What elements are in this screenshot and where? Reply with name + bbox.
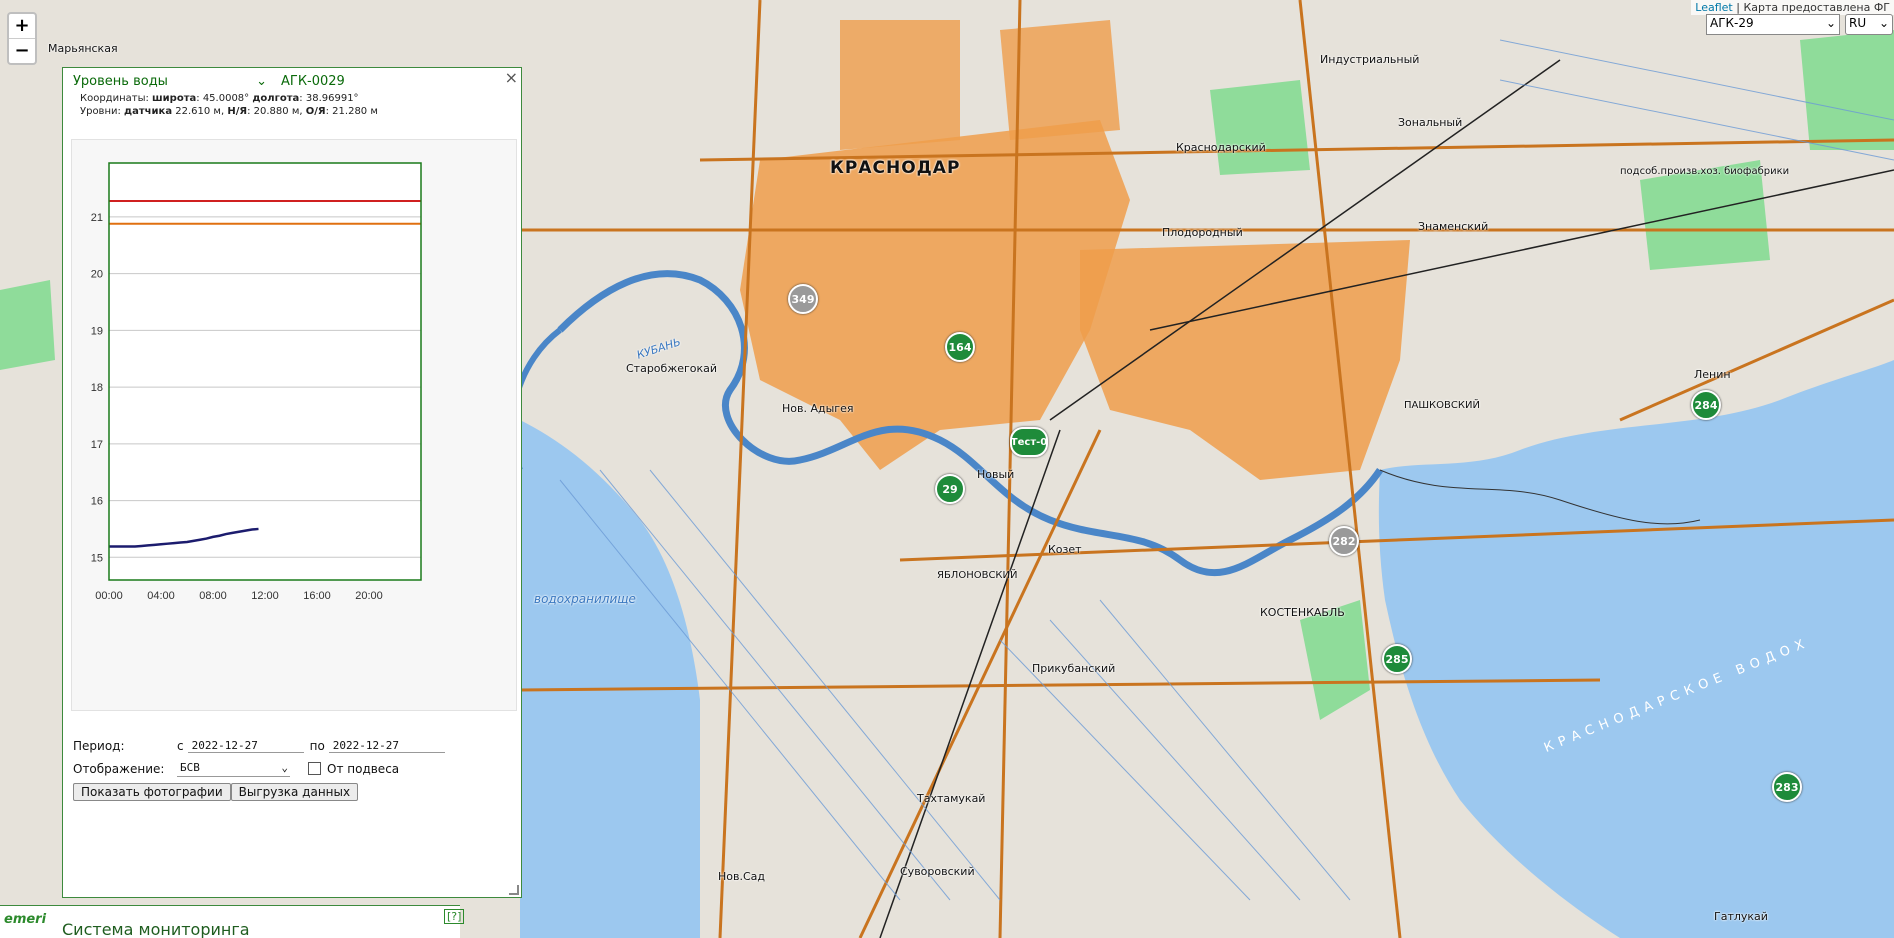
station-marker[interactable]: 284: [1691, 390, 1721, 420]
station-select[interactable]: АГК-29 ⌄: [1706, 14, 1840, 35]
period-form: Период: с 2022-12-27 по 2022-12-27 Отобр…: [73, 734, 445, 803]
chevron-down-icon: ⌄: [256, 74, 267, 89]
place-label: Индустриальный: [1320, 53, 1420, 66]
chevron-down-icon: ⌄: [1878, 16, 1889, 30]
help-button[interactable]: [?]: [444, 909, 465, 924]
brand-title: Система мониторинга: [62, 920, 250, 938]
from-suspension-label: От подвеса: [327, 761, 400, 776]
place-label: Козет: [1048, 543, 1082, 556]
leaflet-link[interactable]: Leaflet: [1695, 1, 1732, 14]
map-attribution: Leaflet | Карта предоставлена ФГ: [1691, 0, 1894, 15]
y-tick-label: 18: [91, 382, 103, 394]
y-tick-label: 19: [91, 325, 103, 337]
zoom-control: + −: [7, 12, 37, 65]
to-label: по: [309, 738, 325, 753]
place-label: ЯБЛОНОВСКИЙ: [937, 570, 1018, 581]
show-photos-button[interactable]: Показать фотографии: [73, 782, 231, 801]
place-label: Прикубанский: [1032, 662, 1116, 675]
zoom-in-button[interactable]: +: [9, 14, 35, 39]
place-label: ПАШКОВСКИЙ: [1404, 400, 1480, 411]
reservoir-label: водохранилище: [534, 592, 636, 606]
chevron-down-icon: ⌄: [1825, 16, 1836, 30]
place-label: Плодородный: [1162, 226, 1243, 239]
place-label: подсоб.произв.хоз. биофабрики: [1620, 166, 1790, 177]
y-tick-label: 21: [91, 212, 103, 224]
water-level-chart: 15 16 17 18 19 20 21 00:00 04:00 08:00 12:00 16:00 2…: [71, 139, 517, 711]
place-label: Гатлукай: [1714, 910, 1768, 923]
place-label: Старобжегокай: [626, 362, 718, 375]
place-label: Нов.Сад: [718, 870, 766, 883]
display-label: Отображение:: [73, 761, 165, 776]
plot-area: [109, 163, 421, 580]
x-tick-label: 12:00: [251, 590, 279, 602]
station-marker[interactable]: Тест-0: [1010, 427, 1048, 457]
display-select[interactable]: БСВ ⌄: [177, 760, 290, 777]
station-info-panel: × Уровень воды ⌄ АГК-0029 Координаты: широ…: [62, 67, 522, 898]
station-marker[interactable]: 349: [788, 284, 818, 314]
station-marker[interactable]: 164: [945, 332, 975, 362]
x-tick-label: 00:00: [95, 590, 123, 602]
x-tick-label: 20:00: [355, 590, 383, 602]
period-label: Период:: [73, 738, 125, 753]
place-label: Суворовский: [900, 865, 975, 878]
brand-logo: emeri: [4, 912, 47, 927]
from-label: с: [177, 738, 184, 753]
y-tick-label: 20: [91, 269, 103, 281]
language-select[interactable]: RU ⌄: [1845, 14, 1893, 35]
station-marker[interactable]: 29: [935, 474, 965, 504]
station-marker[interactable]: 283: [1772, 772, 1802, 802]
place-label: Марьянская: [48, 42, 118, 55]
place-label: Знаменский: [1418, 220, 1489, 233]
y-tick-label: 17: [91, 439, 103, 451]
station-marker[interactable]: 285: [1382, 644, 1412, 674]
y-tick-label: 15: [91, 552, 103, 564]
city-label: КРАСНОДАР: [830, 158, 961, 178]
place-label: Краснодарский: [1176, 141, 1266, 154]
station-coordinates: Координаты: широта: 45.0008° долгота: 38…: [80, 93, 378, 117]
date-from-input[interactable]: 2022-12-27: [187, 739, 304, 753]
parameter-select[interactable]: Уровень воды ⌄: [73, 74, 275, 89]
place-label: Новый: [977, 468, 1015, 481]
chart-svg: 15 16 17 18 19 20 21 00:00 04:00 08:00 12:00 16:00 2…: [91, 162, 422, 602]
place-label: Ленин: [1694, 368, 1731, 381]
map-view[interactable]: КРАСНОДАР Индустриальный Зональный Красн…: [0, 0, 1894, 938]
date-to-input[interactable]: 2022-12-27: [328, 739, 445, 753]
export-data-button[interactable]: Выгрузка данных: [230, 782, 359, 801]
place-label: Нов. Адыгея: [782, 402, 854, 415]
station-marker[interactable]: 282: [1329, 526, 1359, 556]
place-label: КОСТЕНКАБЛЬ: [1260, 606, 1345, 619]
x-tick-label: 08:00: [199, 590, 227, 602]
station-code: АГК-0029: [281, 74, 345, 89]
place-label: Зональный: [1398, 116, 1463, 129]
close-icon[interactable]: ×: [505, 68, 518, 87]
brand-bar: emeri Система мониторинга [?]: [0, 905, 465, 938]
x-tick-label: 16:00: [303, 590, 331, 602]
panel-title: Уровень воды ⌄ АГК-0029: [73, 74, 345, 89]
x-tick-label: 04:00: [147, 590, 175, 602]
chevron-down-icon: ⌄: [281, 761, 288, 774]
place-label: Тахтамукай: [917, 792, 986, 805]
zoom-out-button[interactable]: −: [9, 39, 35, 63]
from-suspension-checkbox[interactable]: [308, 762, 321, 775]
resize-handle[interactable]: [509, 885, 519, 895]
y-tick-label: 16: [91, 496, 103, 508]
